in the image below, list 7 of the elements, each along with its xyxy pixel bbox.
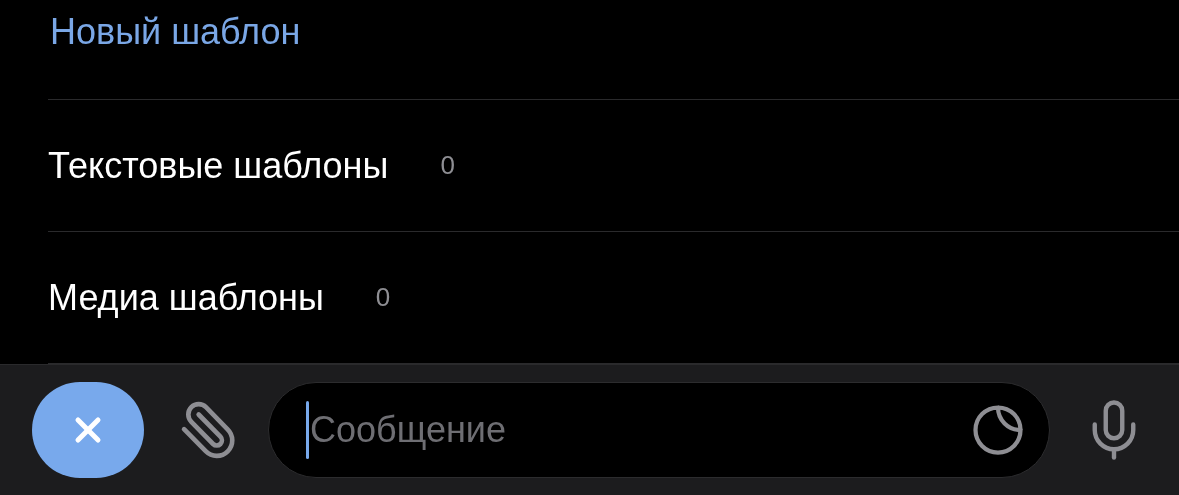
text-cursor: [306, 401, 309, 459]
template-count: 0: [440, 149, 455, 182]
template-count: 0: [375, 281, 391, 314]
new-template-link[interactable]: Новый шаблон: [50, 10, 301, 54]
category-label[interactable]: Текстовые шаблоны: [48, 138, 389, 193]
message-field[interactable]: Сообщение: [268, 382, 1050, 478]
category-label[interactable]: Медиа шаблоны: [48, 270, 324, 325]
